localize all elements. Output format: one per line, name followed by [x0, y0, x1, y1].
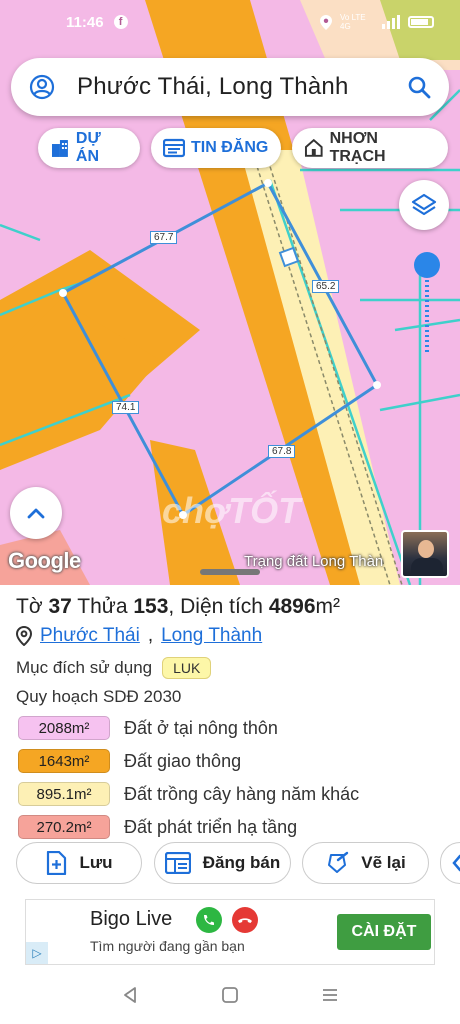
ad-subtitle: Tìm người đang gần bạn [90, 938, 245, 954]
plan-heading: Quy hoạch SDĐ 2030 [16, 687, 182, 706]
area-label: Diện tích [180, 595, 263, 618]
house-location-icon [304, 138, 323, 157]
status-time: 11:46 [66, 13, 104, 31]
signal-icon [382, 15, 400, 29]
action-bar: Lưu Đăng bán Vẽ lại [0, 842, 460, 888]
legend-row: 1643m² Đất giao thông [16, 749, 444, 773]
ad-banner[interactable]: Bigo Live Tìm người đang gần bạn CÀI ĐẶT… [25, 899, 435, 965]
redraw-label: Vẽ lại [361, 853, 406, 872]
land-use-purpose: Mục đích sử dụng LUK [16, 657, 444, 679]
home-icon[interactable] [221, 986, 239, 1004]
battery-icon [408, 16, 434, 28]
legend-row: 895.1m² Đất trồng cây hàng năm khác [16, 782, 444, 806]
sheet-label: Tờ [16, 595, 43, 618]
ward-link[interactable]: Phước Thái [40, 625, 140, 647]
recent-apps-icon[interactable] [321, 986, 339, 1004]
chip-du-an-label: DỰ ÁN [75, 130, 101, 165]
legend-area-badge: 270.2m² [18, 815, 110, 839]
sheet-drag-handle[interactable] [200, 569, 260, 575]
parcel-label: Thửa [77, 595, 128, 618]
layers-icon [411, 193, 437, 216]
parcel-number: 153 [133, 595, 169, 618]
ad-title: Bigo Live [90, 908, 173, 930]
purpose-code-badge: LUK [162, 657, 212, 679]
chip-nhon-trach-label: NHƠN TRẠCH [329, 130, 386, 165]
parcel-headline: Tờ 37 Thửa 153, Diện tích 4896m² [16, 595, 341, 618]
map-caption[interactable]: Trạng đất Long Thàn [244, 553, 383, 570]
location-pin-icon [16, 626, 32, 646]
draw-shape-icon [328, 851, 349, 873]
ad-choices-icon[interactable]: ▷ [26, 942, 48, 964]
phone-accept-icon [196, 907, 222, 933]
area-value: 4896 [268, 595, 316, 618]
edge-label-bottom: 67.8 [268, 445, 296, 458]
sheet-number: 37 [48, 595, 72, 618]
purpose-label: Mục đích sử dụng [16, 658, 153, 677]
more-actions-button[interactable] [440, 842, 460, 884]
post-for-sale-label: Đăng bán [202, 853, 281, 872]
search-icon[interactable] [407, 75, 431, 99]
phone-decline-icon [232, 907, 258, 933]
expand-sheet-button[interactable] [10, 487, 62, 539]
legend-label: Đất trồng cây hàng năm khác [124, 783, 360, 804]
building-icon [51, 140, 68, 157]
account-icon[interactable] [29, 74, 55, 100]
back-icon[interactable] [121, 986, 139, 1004]
legend-label: Đất ở tại nông thôn [124, 717, 278, 738]
chevron-up-icon [27, 508, 45, 519]
edge-label-right: 65.2 [312, 280, 340, 293]
district-link[interactable]: Long Thành [161, 625, 262, 647]
system-navigation-bar [0, 966, 460, 1024]
chotot-watermark: chợTỐT [162, 490, 301, 531]
network-indicator: Vo LTE 4G [340, 13, 366, 31]
google-logo: Google [8, 548, 81, 573]
area-unit: m² [315, 595, 341, 618]
status-bar: 11:46 f Vo LTE 4G [0, 0, 460, 44]
edge-label-left: 74.1 [112, 401, 140, 414]
location-icon [320, 14, 332, 30]
facebook-icon: f [113, 15, 128, 29]
parcel-address: Phước Thái, Long Thành [16, 625, 444, 647]
sale-listing-icon [164, 852, 191, 874]
legend-area-badge: 895.1m² [18, 782, 110, 806]
chip-du-an[interactable]: DỰ ÁN [38, 128, 140, 168]
layers-button[interactable] [399, 180, 449, 230]
save-button[interactable]: Lưu [16, 842, 142, 884]
chip-nhon-trach[interactable]: NHƠN TRẠCH [292, 128, 448, 168]
post-for-sale-button[interactable]: Đăng bán [154, 842, 291, 884]
chip-tin-dang[interactable]: TIN ĐĂNG [151, 128, 281, 168]
install-button[interactable]: CÀI ĐẶT [337, 914, 431, 950]
listing-icon [163, 138, 185, 158]
add-file-icon [47, 851, 67, 875]
user-avatar-thumbnail[interactable] [401, 530, 449, 578]
legend-area-badge: 2088m² [18, 716, 110, 740]
chip-tin-dang-label: TIN ĐĂNG [191, 139, 269, 156]
save-label: Lưu [79, 853, 113, 872]
legend-label: Đất phát triển hạ tầng [124, 816, 298, 837]
legend-row: 270.2m² Đất phát triển hạ tầng [16, 815, 444, 839]
edge-label-top: 67.7 [150, 231, 178, 244]
chevron-left-icon [452, 854, 460, 872]
search-bar[interactable]: Phước Thái, Long Thành [11, 58, 449, 116]
redraw-button[interactable]: Vẽ lại [302, 842, 429, 884]
legend-row: 2088m² Đất ở tại nông thôn [16, 716, 444, 740]
search-title[interactable]: Phước Thái, Long Thành [77, 73, 407, 101]
legend-label: Đất giao thông [124, 750, 242, 771]
legend-area-badge: 1643m² [18, 749, 110, 773]
